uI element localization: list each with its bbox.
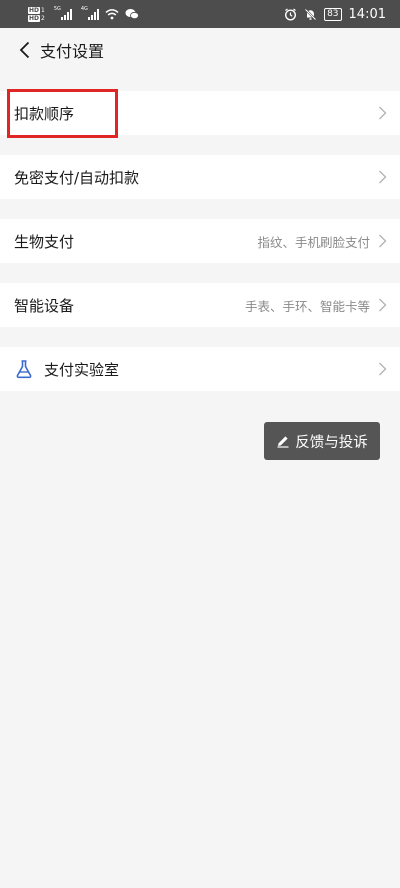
setting-row-label: 智能设备 <box>14 296 75 315</box>
status-left: HD 1 HD 2 5G 4G <box>28 0 139 28</box>
chevron-right-icon <box>379 106 387 120</box>
setting-row-biometric-payment[interactable]: 生物支付 指纹、手机刷脸支付 <box>0 219 400 263</box>
wifi-icon <box>105 9 119 20</box>
setting-row-value: 手表、手环、智能卡等 <box>244 298 370 314</box>
setting-row-password-free-payment[interactable]: 免密支付/自动扣款 <box>0 155 400 199</box>
highlight-box <box>7 89 118 138</box>
mute-bell-icon <box>304 8 317 20</box>
wechat-icon <box>125 9 139 20</box>
chevron-right-icon <box>379 298 387 312</box>
setting-row-label: 免密支付/自动扣款 <box>14 168 140 187</box>
signal-icon: 5G <box>53 6 72 20</box>
hd-badge: HD <box>28 14 41 22</box>
setting-row-label: 生物支付 <box>14 232 75 251</box>
battery-indicator: 83 <box>324 7 342 21</box>
chevron-right-icon <box>379 234 387 248</box>
feedback-button[interactable]: 反馈与投诉 <box>264 422 380 460</box>
nav-header: 支付设置 <box>0 28 400 72</box>
network1-label: 5G <box>53 6 61 12</box>
sim1-label: 1 <box>41 6 45 14</box>
chevron-right-icon <box>379 362 387 376</box>
chevron-right-icon <box>379 170 387 184</box>
status-bar: HD 1 HD 2 5G 4G 83 14:01 <box>0 0 400 28</box>
sim-indicators: HD 1 HD 2 <box>28 6 45 22</box>
feedback-label: 反馈与投诉 <box>295 434 368 451</box>
page-title: 支付设置 <box>40 42 105 61</box>
setting-row-smart-devices[interactable]: 智能设备 手表、手环、智能卡等 <box>0 283 400 327</box>
setting-row-label: 支付实验室 <box>44 360 120 379</box>
sim2-label: 2 <box>41 14 45 22</box>
back-arrow-icon <box>19 41 30 59</box>
edit-icon <box>277 436 289 448</box>
flask-icon <box>16 360 32 379</box>
network2-label: 4G <box>80 6 88 12</box>
alarm-icon <box>285 8 297 21</box>
status-right: 83 14:01 <box>284 0 386 28</box>
setting-row-value: 指纹、手机刷脸支付 <box>257 234 370 250</box>
back-button[interactable] <box>0 28 36 72</box>
setting-row-payment-lab[interactable]: 支付实验室 <box>0 347 400 391</box>
clock: 14:01 <box>348 6 386 22</box>
hd-badge: HD <box>28 6 41 14</box>
signal-icon: 4G <box>80 6 99 20</box>
